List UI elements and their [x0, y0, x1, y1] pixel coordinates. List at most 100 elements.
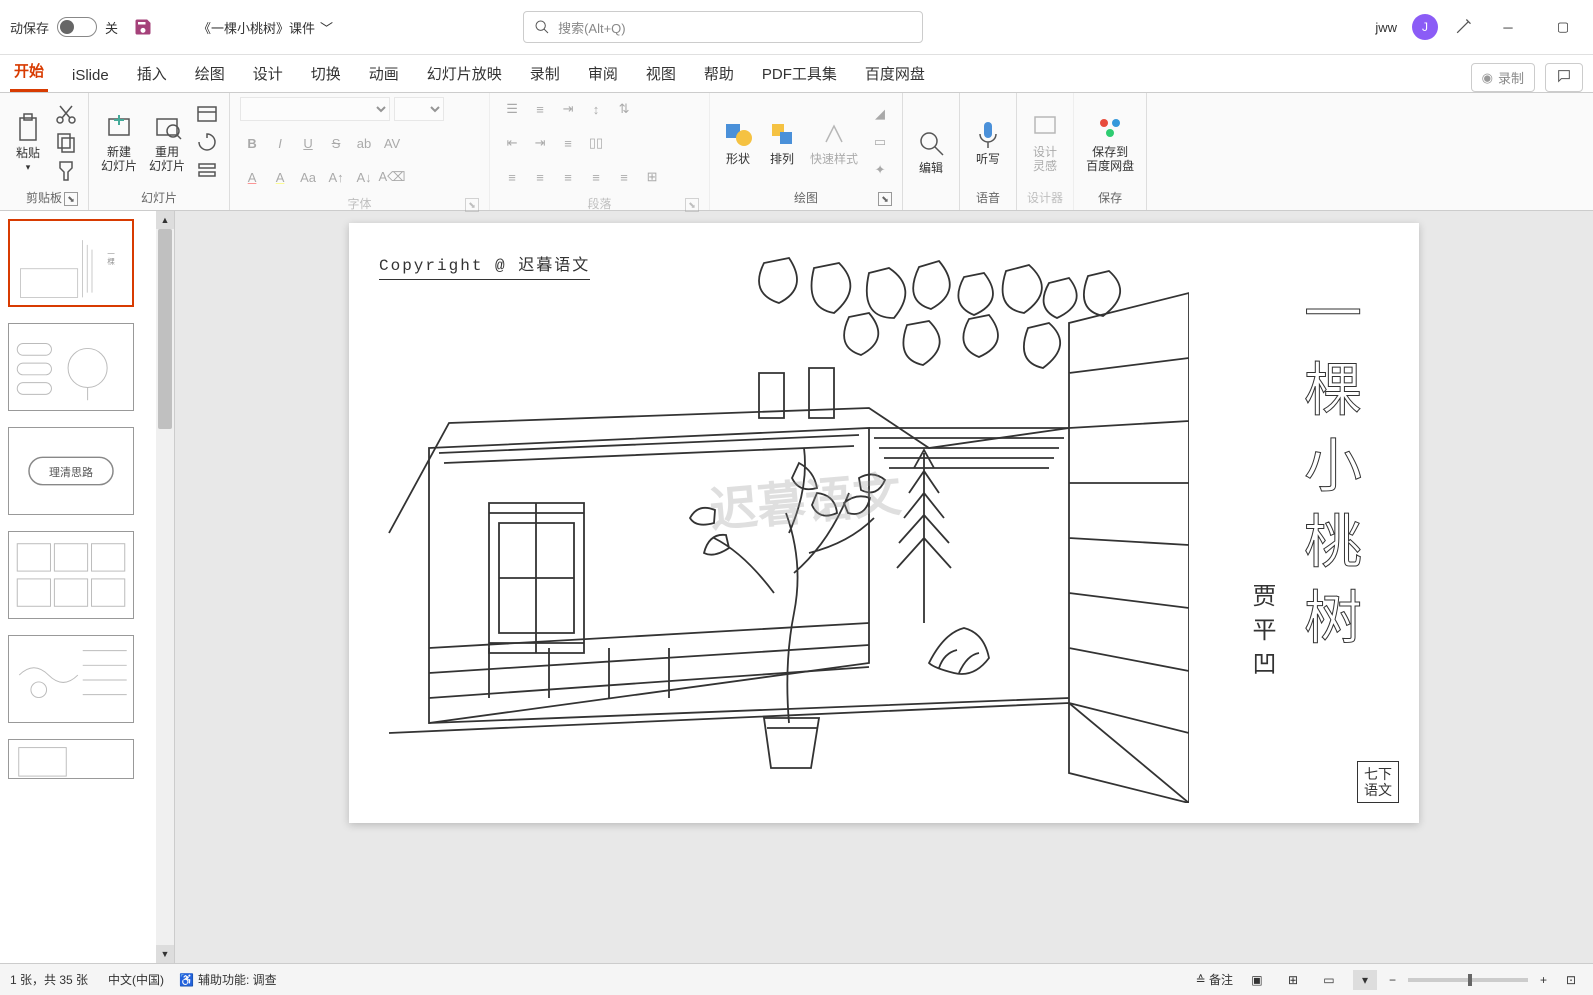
avatar[interactable]: J	[1412, 14, 1438, 40]
font-size-select[interactable]	[394, 97, 444, 121]
tab-animations[interactable]: 动画	[365, 55, 403, 92]
underline-icon[interactable]: U	[296, 131, 320, 155]
cut-icon[interactable]	[54, 102, 78, 126]
reset-icon[interactable]	[195, 130, 219, 154]
clipboard-launcher[interactable]: ⬊	[64, 192, 78, 206]
layout-icon[interactable]	[195, 102, 219, 126]
line-spacing-icon[interactable]: ↕	[584, 97, 608, 121]
quick-styles-button[interactable]: 快速样式	[808, 116, 860, 168]
paragraph-launcher[interactable]: ⬊	[685, 198, 699, 212]
tab-insert[interactable]: 插入	[133, 55, 171, 92]
reuse-slide-button[interactable]: 重用 幻灯片	[147, 109, 187, 175]
tab-home[interactable]: 开始	[10, 52, 48, 92]
toggle-switch[interactable]	[57, 17, 97, 37]
tab-baidu[interactable]: 百度网盘	[861, 55, 929, 92]
tab-review[interactable]: 审阅	[584, 55, 622, 92]
shapes-button[interactable]: 形状	[720, 116, 756, 168]
new-slide-button[interactable]: 新建 幻灯片	[99, 109, 139, 175]
editor-area[interactable]: Copyright @ 迟暮语文	[175, 211, 1593, 963]
zoom-out-button[interactable]: −	[1389, 973, 1396, 987]
shadow-icon[interactable]: ab	[352, 131, 376, 155]
increase-indent-icon[interactable]: ⇥	[528, 131, 552, 155]
justify-icon[interactable]: ≡	[584, 165, 608, 189]
slide-thumb-5[interactable]	[8, 635, 134, 723]
shape-outline-icon[interactable]: ▭	[868, 130, 892, 154]
scroll-thumb[interactable]	[158, 229, 172, 429]
tab-pdf[interactable]: PDF工具集	[758, 55, 841, 92]
document-title[interactable]: 《一棵小桃树》课件 ﹀	[198, 18, 333, 37]
slide-thumb-1[interactable]: 一棵	[8, 219, 134, 307]
slide-thumb-2[interactable]	[8, 323, 134, 411]
bullets-icon[interactable]: ☰	[500, 97, 524, 121]
search-input[interactable]: 搜索(Alt+Q)	[523, 11, 923, 43]
align-left-icon[interactable]: ≡	[500, 165, 524, 189]
slide-thumb-6[interactable]	[8, 739, 134, 779]
shape-effects-icon[interactable]: ✦	[868, 158, 892, 182]
decrease-indent-icon[interactable]: ⇤	[500, 131, 524, 155]
sorter-view-icon[interactable]: ⊞	[1281, 970, 1305, 990]
list-level-icon[interactable]: ⇥	[556, 97, 580, 121]
maximize-button[interactable]: ▢	[1543, 12, 1583, 42]
zoom-slider[interactable]	[1408, 978, 1528, 982]
arrange-button[interactable]: 排列	[764, 116, 800, 168]
autosave-toggle[interactable]: 动保存 关	[10, 17, 118, 37]
tab-transitions[interactable]: 切换	[307, 55, 345, 92]
clear-format-icon[interactable]: A⌫	[380, 165, 404, 189]
text-direction-icon[interactable]: ⇅	[612, 97, 636, 121]
drawing-launcher[interactable]: ⬊	[878, 192, 892, 206]
italic-icon[interactable]: I	[268, 131, 292, 155]
accessibility-status[interactable]: 辅助功能: 调查	[198, 971, 277, 988]
shrink-font-icon[interactable]: A↓	[352, 165, 376, 189]
paste-button[interactable]: 粘贴 ▾	[10, 110, 46, 175]
scroll-down-icon[interactable]: ▼	[156, 945, 174, 963]
highlight-icon[interactable]: A	[268, 165, 292, 189]
distribute-icon[interactable]: ≡	[612, 165, 636, 189]
wand-icon[interactable]	[1453, 17, 1473, 37]
smartart-icon[interactable]: ⊞	[640, 165, 664, 189]
tab-record[interactable]: 录制	[526, 55, 564, 92]
dictate-button[interactable]: 听写	[970, 116, 1006, 168]
notes-button[interactable]: ≙ 备注	[1196, 971, 1233, 988]
editing-button[interactable]: 编辑	[913, 125, 949, 177]
copy-icon[interactable]	[54, 130, 78, 154]
design-ideas-button[interactable]: 设计 灵感	[1027, 109, 1063, 175]
save-icon[interactable]	[133, 17, 153, 37]
grow-font-icon[interactable]: A↑	[324, 165, 348, 189]
tab-draw[interactable]: 绘图	[191, 55, 229, 92]
slide-thumb-4[interactable]	[8, 531, 134, 619]
tab-slideshow[interactable]: 幻灯片放映	[423, 55, 506, 92]
align-right-icon[interactable]: ≡	[556, 165, 580, 189]
change-case-icon[interactable]: Aa	[296, 165, 320, 189]
language-indicator[interactable]: 中文(中国)	[108, 971, 164, 988]
font-color-icon[interactable]: A	[240, 165, 264, 189]
strikethrough-icon[interactable]: S	[324, 131, 348, 155]
record-button[interactable]: ◉ 录制	[1471, 63, 1535, 92]
align-center-icon[interactable]: ≡	[528, 165, 552, 189]
columns-icon[interactable]: ▯▯	[584, 131, 608, 155]
section-icon[interactable]	[195, 158, 219, 182]
font-name-select[interactable]	[240, 97, 390, 121]
tab-islide[interactable]: iSlide	[68, 59, 113, 92]
slideshow-view-icon[interactable]: ▾	[1353, 970, 1377, 990]
tab-design[interactable]: 设计	[249, 55, 287, 92]
panel-scrollbar[interactable]: ▲ ▼	[156, 211, 174, 963]
format-painter-icon[interactable]	[54, 158, 78, 182]
scroll-up-icon[interactable]: ▲	[156, 211, 174, 229]
font-launcher[interactable]: ⬊	[465, 198, 479, 212]
align-text-icon[interactable]: ≡	[556, 131, 580, 155]
normal-view-icon[interactable]: ▣	[1245, 970, 1269, 990]
slide-canvas[interactable]: Copyright @ 迟暮语文	[349, 223, 1419, 823]
slide-counter[interactable]: 1 张，共 35 张	[10, 971, 88, 988]
numbering-icon[interactable]: ≡	[528, 97, 552, 121]
tab-help[interactable]: 帮助	[700, 55, 738, 92]
reading-view-icon[interactable]: ▭	[1317, 970, 1341, 990]
shape-fill-icon[interactable]: ◢	[868, 102, 892, 126]
slide-thumb-3[interactable]: 理清思路	[8, 427, 134, 515]
spacing-icon[interactable]: AV	[380, 131, 404, 155]
tab-view[interactable]: 视图	[642, 55, 680, 92]
bold-icon[interactable]: B	[240, 131, 264, 155]
comments-button[interactable]	[1545, 63, 1583, 92]
save-baidu-button[interactable]: 保存到 百度网盘	[1084, 109, 1136, 175]
slides-panel[interactable]: 一棵 理清思路 ▲ ▼	[0, 211, 175, 963]
minimize-button[interactable]: ─	[1488, 12, 1528, 42]
